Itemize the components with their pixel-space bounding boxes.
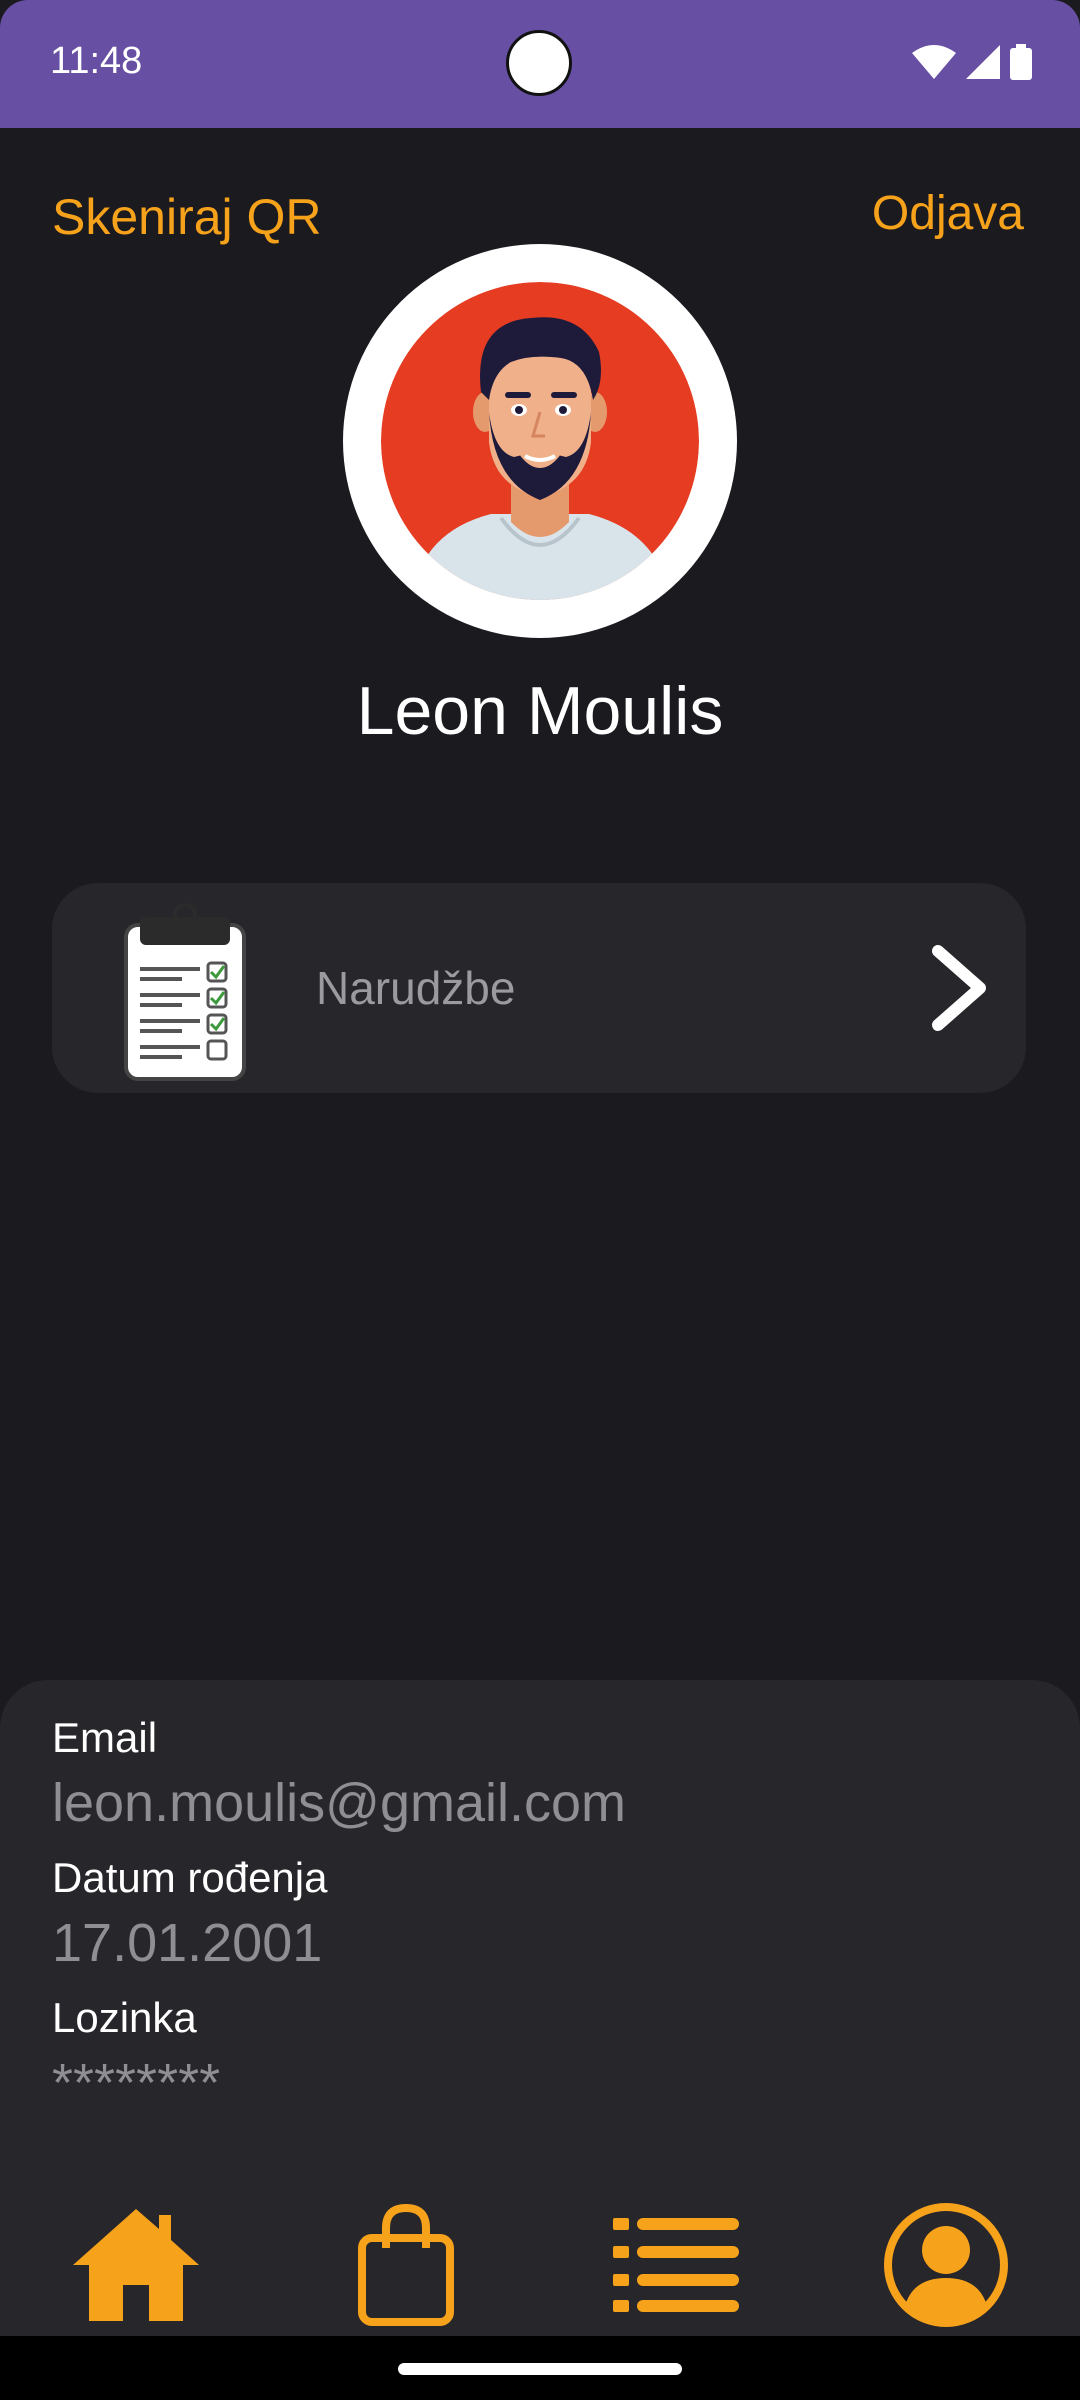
status-icons xyxy=(912,44,1032,80)
clipboard-icon xyxy=(124,903,246,1081)
profile-screen: 11:48 Skeniraj QR Odjava Leon Moulis Nar… xyxy=(0,0,1080,2400)
chevron-right-icon xyxy=(932,945,986,1031)
orders-label: Narudžbe xyxy=(316,962,516,1014)
battery-icon xyxy=(1010,44,1032,80)
status-bar: 11:48 xyxy=(0,0,1080,128)
wifi-icon xyxy=(912,45,956,79)
camera-cutout xyxy=(506,30,572,96)
list-icon xyxy=(613,2218,739,2312)
avatar-illustration xyxy=(381,282,699,600)
email-value: leon.moulis@gmail.com xyxy=(52,1773,627,1833)
birth-date-label: Datum rođenja xyxy=(52,1854,328,1901)
password-value: ******** xyxy=(52,2053,221,2113)
logout-button[interactable]: Odjava xyxy=(872,186,1024,241)
orders-button[interactable]: Narudžbe xyxy=(52,883,1026,1093)
status-time: 11:48 xyxy=(50,40,143,82)
user-name: Leon Moulis xyxy=(356,673,724,749)
shopping-bag-icon xyxy=(358,2203,454,2326)
birth-date-value: 17.01.2001 xyxy=(52,1913,323,1973)
home-indicator[interactable] xyxy=(398,2363,682,2375)
home-icon xyxy=(73,2209,199,2321)
profile-icon xyxy=(884,2203,1008,2327)
scan-qr-button[interactable]: Skeniraj QR xyxy=(52,188,322,246)
password-label: Lozinka xyxy=(52,1994,197,2041)
signal-icon xyxy=(966,45,1000,79)
nav-home[interactable] xyxy=(56,2190,216,2340)
bottom-navigation xyxy=(0,2190,1080,2340)
nav-shop[interactable] xyxy=(326,2190,486,2340)
avatar xyxy=(343,244,737,638)
email-label: Email xyxy=(52,1714,158,1761)
nav-profile[interactable] xyxy=(866,2190,1026,2340)
nav-list[interactable] xyxy=(596,2190,756,2340)
